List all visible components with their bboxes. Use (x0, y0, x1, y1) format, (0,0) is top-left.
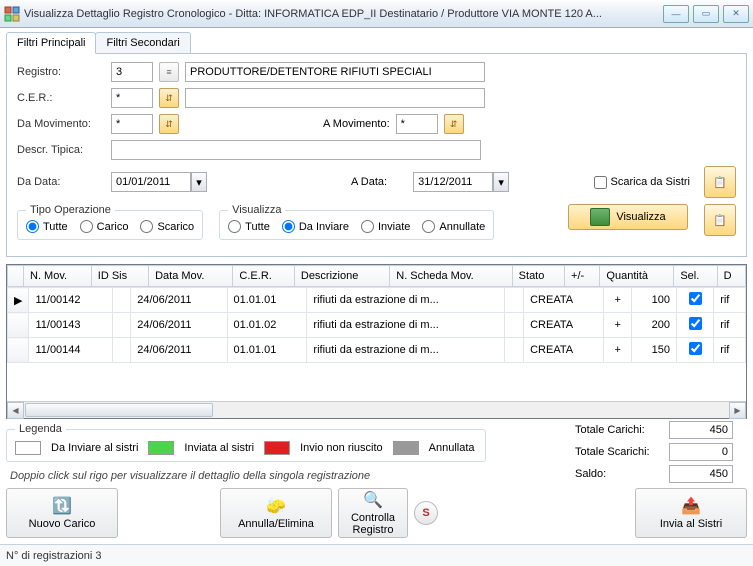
radio-tutte-viz[interactable]: Tutte (228, 220, 270, 233)
tot-carichi-label: Totale Carichi: (575, 424, 661, 436)
col-header[interactable]: Data Mov. (149, 266, 233, 287)
scarica-checkbox[interactable]: Scarica da Sistri (594, 176, 690, 189)
cer-lookup-icon[interactable]: ⇵ (159, 88, 179, 108)
a-data-dropdown-icon[interactable]: ▾ (493, 172, 509, 192)
row-checkbox[interactable] (689, 292, 702, 305)
col-header[interactable]: +/- (565, 266, 600, 287)
a-data-input[interactable] (413, 172, 493, 192)
annulla-elimina-button[interactable]: 🧽Annulla/Elimina (220, 488, 332, 538)
radio-da-inviare[interactable]: Da Inviare (282, 220, 349, 233)
visualizza-button[interactable]: Visualizza (568, 204, 688, 230)
check-registry-icon: 🔍 (363, 490, 383, 510)
saldo-value (669, 465, 733, 483)
a-mov-lookup-icon[interactable]: ⇵ (444, 114, 464, 134)
tot-carichi-value (669, 421, 733, 439)
radio-carico[interactable]: Carico (80, 220, 129, 233)
clipboard-bottom-icon[interactable]: 📋 (704, 204, 736, 236)
col-header[interactable]: C.E.R. (233, 266, 294, 287)
da-data-label: Da Data: (17, 176, 105, 188)
swatch-fallito (264, 441, 290, 455)
radio-tutte-op[interactable]: Tutte (26, 220, 68, 233)
swatch-annullata (393, 441, 419, 455)
erase-icon: 🧽 (266, 496, 286, 516)
scroll-right-icon[interactable]: ▶ (729, 402, 746, 419)
radio-scarico[interactable]: Scarico (140, 220, 194, 233)
col-header[interactable]: N. Mov. (24, 266, 92, 287)
new-load-icon: 🔃 (52, 496, 72, 516)
da-data-dropdown-icon[interactable]: ▾ (191, 172, 207, 192)
col-header[interactable]: D (717, 266, 745, 287)
titlebar: Visualizza Dettaglio Registro Cronologic… (0, 0, 753, 28)
da-data-input[interactable] (111, 172, 191, 192)
registro-input[interactable] (111, 62, 153, 82)
a-data-label: A Data: (351, 176, 387, 188)
app-icon (4, 6, 20, 22)
picture-icon (590, 208, 610, 226)
da-mov-label: Da Movimento: (17, 118, 105, 130)
da-mov-input[interactable] (111, 114, 153, 134)
status-bar: N° di registrazioni 3 (0, 544, 753, 566)
tab-filtri-principali[interactable]: Filtri Principali (6, 32, 96, 54)
a-mov-label: A Movimento: (323, 118, 390, 130)
descr-input[interactable] (111, 140, 481, 160)
col-header[interactable]: Quantità (600, 266, 674, 287)
tipo-operazione-group: Tipo Operazione Tutte Carico Scarico (17, 204, 203, 240)
scroll-thumb[interactable] (25, 403, 213, 417)
col-header[interactable]: N. Scheda Mov. (390, 266, 512, 287)
controlla-registro-button[interactable]: 🔍Controlla Registro (338, 488, 408, 538)
cer-desc-input[interactable] (185, 88, 485, 108)
swatch-inviata (148, 441, 174, 455)
registro-lookup-icon[interactable]: ≡ (159, 62, 179, 82)
cer-input[interactable] (111, 88, 153, 108)
cer-label: C.E.R.: (17, 92, 105, 104)
radio-annullate[interactable]: Annullate (422, 220, 485, 233)
col-header[interactable]: ID Sis (91, 266, 148, 287)
window-title: Visualizza Dettaglio Registro Cronologic… (24, 8, 663, 20)
scroll-left-icon[interactable]: ◀ (7, 402, 24, 419)
clipboard-top-icon[interactable]: 📋 (704, 166, 736, 198)
da-mov-lookup-icon[interactable]: ⇵ (159, 114, 179, 134)
tot-scarichi-value (669, 443, 733, 461)
registro-label: Registro: (17, 66, 105, 78)
radio-inviate[interactable]: Inviate (361, 220, 410, 233)
status-text: N° di registrazioni 3 (6, 550, 102, 562)
row-checkbox[interactable] (689, 317, 702, 330)
table-row[interactable]: 11/0014424/06/201101.01.01rifiuti da est… (8, 338, 746, 363)
row-checkbox[interactable] (689, 342, 702, 355)
send-icon: 📤 (681, 496, 701, 516)
registro-desc-input[interactable] (185, 62, 485, 82)
descr-label: Descr. Tipica: (17, 144, 105, 156)
col-header[interactable]: Descrizione (294, 266, 389, 287)
table-row[interactable]: 11/0014324/06/201101.01.02rifiuti da est… (8, 313, 746, 338)
col-header[interactable]: Sel. (674, 266, 717, 287)
horizontal-scrollbar[interactable]: ◀ ▶ (7, 401, 746, 418)
legend-box: Legenda Da Inviare al sistri Inviata al … (6, 423, 486, 462)
s-button[interactable]: S (414, 501, 438, 525)
nuovo-carico-button[interactable]: 🔃Nuovo Carico (6, 488, 118, 538)
a-mov-input[interactable] (396, 114, 438, 134)
tot-scarichi-label: Totale Scarichi: (575, 446, 661, 458)
col-header[interactable]: Stato (512, 266, 564, 287)
minimize-button[interactable]: — (663, 5, 689, 23)
data-grid[interactable]: N. Mov.ID SisData Mov.C.E.R.DescrizioneN… (6, 264, 747, 419)
maximize-button[interactable]: ▭ (693, 5, 719, 23)
swatch-da-inviare (15, 441, 41, 455)
close-button[interactable]: ✕ (723, 5, 749, 23)
tab-filtri-secondari[interactable]: Filtri Secondari (95, 32, 190, 54)
col-header[interactable] (8, 266, 24, 287)
invia-sistri-button[interactable]: 📤Invia al Sistri (635, 488, 747, 538)
visualizza-group: Visualizza Tutte Da Inviare Inviate Annu… (219, 204, 494, 240)
table-row[interactable]: ▶11/0014224/06/201101.01.01rifiuti da es… (8, 288, 746, 313)
saldo-label: Saldo: (575, 468, 661, 480)
